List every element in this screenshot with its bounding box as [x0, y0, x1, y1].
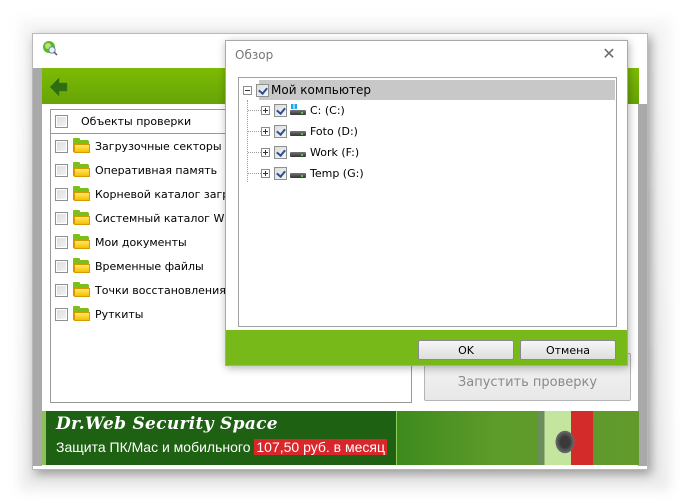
tree-connector-line	[248, 173, 261, 174]
cancel-button[interactable]: Отмена	[520, 340, 616, 360]
item-checkbox[interactable]	[55, 139, 68, 153]
banner-stripe	[42, 411, 46, 465]
back-arrow-icon[interactable]	[49, 77, 69, 97]
expand-icon[interactable]	[261, 105, 270, 115]
item-label: Мои документы	[95, 235, 187, 249]
drive-icon	[290, 125, 306, 137]
folder-icon	[73, 161, 90, 177]
system-drive-icon	[290, 104, 306, 116]
tree-node[interactable]: Temp (G:)	[261, 163, 364, 183]
banner-subtitle-text: Защита ПК/Mac и мобильного	[56, 439, 251, 455]
drive-icon	[290, 167, 306, 179]
tree-connector-line	[247, 100, 248, 182]
item-label: Оперативная память	[95, 163, 218, 177]
item-label: Временные файлы	[95, 259, 204, 273]
tree-checkbox[interactable]	[256, 83, 269, 97]
tree-node-label: C: (C:)	[310, 103, 345, 117]
dialog-title: Обзор	[235, 48, 274, 62]
folder-icon	[73, 281, 90, 297]
drweb-spider-icon	[554, 429, 576, 455]
item-checkbox[interactable]	[55, 187, 68, 201]
close-icon[interactable]: ✕	[601, 46, 617, 62]
item-checkbox[interactable]	[55, 307, 68, 321]
tree-checkbox[interactable]	[274, 103, 287, 117]
product-box-image	[538, 411, 593, 465]
tree-connector-line	[248, 110, 261, 111]
drweb-spider-icon	[43, 41, 58, 56]
banner-background-art	[396, 411, 639, 465]
banner-price: 107,50 руб. в месяц	[254, 439, 388, 455]
tree-connector-line	[248, 152, 261, 153]
promo-banner[interactable]: Dr.Web Security Space Защита ПК/Mac и мо…	[42, 411, 639, 465]
folder-icon	[73, 137, 90, 153]
tree-node-label: Temp (G:)	[310, 166, 364, 180]
folder-icon	[73, 209, 90, 225]
tree-checkbox[interactable]	[274, 124, 287, 138]
banner-subtitle: Защита ПК/Mac и мобильного 107,50 руб. в…	[56, 439, 388, 455]
tree-node-label: Мой компьютер	[271, 83, 371, 97]
expand-icon[interactable]	[261, 168, 270, 178]
tree-checkbox[interactable]	[274, 145, 287, 159]
ok-button[interactable]: OK	[418, 340, 514, 360]
item-checkbox[interactable]	[55, 211, 68, 225]
collapse-icon[interactable]	[243, 85, 252, 95]
right-border-strip	[638, 104, 647, 466]
folder-icon	[73, 185, 90, 201]
item-label: Руткиты	[95, 307, 144, 321]
expand-icon[interactable]	[261, 147, 270, 157]
folder-icon	[73, 233, 90, 249]
tree-node[interactable]: Foto (D:)	[261, 121, 358, 141]
drive-icon	[290, 146, 306, 158]
objects-header-label: Объекты проверки	[81, 115, 192, 128]
dialog-footer: OK Отмена	[226, 330, 627, 365]
tree-checkbox[interactable]	[274, 166, 287, 180]
browse-dialog: Обзор ✕ Мой компьютер C: (C:) Foto (D:)	[225, 40, 628, 366]
left-border-strip	[33, 68, 42, 466]
tree-node-label: Foto (D:)	[310, 124, 358, 138]
folder-icon	[73, 305, 90, 321]
tree-node-label: Work (F:)	[310, 145, 360, 159]
item-checkbox[interactable]	[55, 283, 68, 297]
banner-title: Dr.Web Security Space	[56, 414, 278, 434]
item-checkbox[interactable]	[55, 235, 68, 249]
item-checkbox[interactable]	[55, 163, 68, 177]
tree-node[interactable]: Work (F:)	[261, 142, 359, 162]
tree-node[interactable]: C: (C:)	[261, 100, 345, 120]
folder-icon	[73, 257, 90, 273]
select-all-checkbox[interactable]	[55, 115, 68, 128]
expand-icon[interactable]	[261, 126, 270, 136]
tree-node-root[interactable]: Мой компьютер	[240, 80, 615, 100]
item-checkbox[interactable]	[55, 259, 68, 273]
folder-tree: Мой компьютер C: (C:) Foto (D:) Work (F:…	[238, 77, 617, 327]
tree-connector-line	[248, 131, 261, 132]
